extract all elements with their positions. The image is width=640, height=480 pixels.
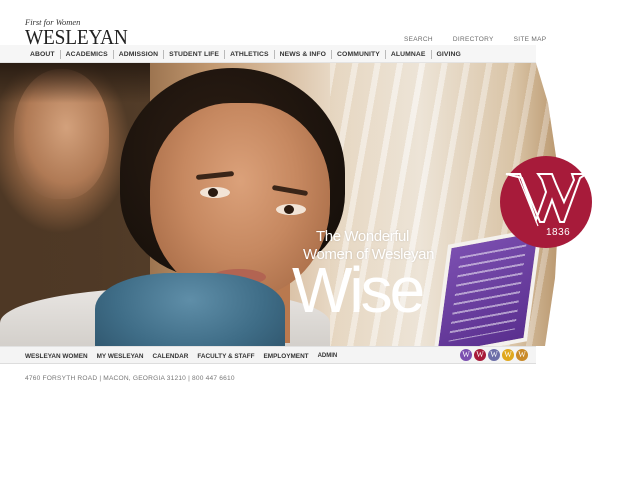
footer-address: 4760 FORSYTH ROAD | MACON, GEORGIA 31210…: [25, 375, 235, 382]
nav-alumnae[interactable]: ALUMNAE: [384, 49, 431, 59]
nav-wesleyan-women[interactable]: WESLEYAN WOMEN: [25, 353, 88, 360]
nav-faculty-staff[interactable]: FACULTY & STAFF: [197, 353, 254, 360]
nav-about[interactable]: ABOUT: [25, 50, 60, 59]
wesleyan-seal-icon[interactable]: 1836: [500, 156, 592, 248]
nav-my-wesleyan[interactable]: MY WESLEYAN: [97, 353, 144, 360]
board-lines: [448, 244, 527, 342]
nav-academics[interactable]: ACADEMICS: [59, 49, 113, 59]
search-link[interactable]: SEARCH: [404, 36, 433, 43]
site-map-link[interactable]: SITE MAP: [514, 36, 547, 43]
hero-student-scarf: [95, 273, 285, 346]
w-circle-icon-gold[interactable]: W: [502, 349, 514, 361]
hero-banner[interactable]: The Wonderful Women of Wesleyan Wise: [0, 63, 558, 346]
hero-headline: Wise: [292, 254, 425, 326]
w-circle-icon-purple[interactable]: W: [460, 349, 472, 361]
nav-employment[interactable]: EMPLOYMENT: [264, 353, 309, 360]
w-circle-icon-crimson[interactable]: W: [474, 349, 486, 361]
wesleyan-logo[interactable]: First for Women WESLEYAN: [25, 17, 135, 49]
nav-giving[interactable]: GIVING: [430, 49, 466, 59]
nav-admin[interactable]: ADMIN: [318, 353, 338, 359]
w-circle-links: W W W W W: [460, 349, 528, 361]
main-nav: ABOUT ACADEMICS ADMISSION STUDENT LIFE A…: [0, 45, 536, 63]
nav-news-info[interactable]: NEWS & INFO: [273, 49, 331, 59]
w-circle-icon-amber[interactable]: W: [516, 349, 528, 361]
hero-background-shade: [0, 63, 150, 103]
w-circle-icon-slate[interactable]: W: [488, 349, 500, 361]
hero-eye-left: [200, 187, 230, 198]
nav-community[interactable]: COMMUNITY: [331, 49, 385, 59]
lower-nav: WESLEYAN WOMEN MY WESLEYAN CALENDAR FACU…: [0, 346, 536, 364]
nav-student-life[interactable]: STUDENT LIFE: [163, 49, 224, 59]
seal-year: 1836: [546, 227, 571, 238]
nav-admission[interactable]: ADMISSION: [112, 49, 163, 59]
utility-links: SEARCH DIRECTORY SITE MAP: [404, 36, 566, 43]
nav-athletics[interactable]: ATHLETICS: [224, 49, 274, 59]
hero-eye-right: [276, 204, 306, 215]
directory-link[interactable]: DIRECTORY: [453, 36, 494, 43]
hero-line-1: The Wonderful: [316, 228, 409, 245]
nav-calendar[interactable]: CALENDAR: [152, 353, 188, 360]
